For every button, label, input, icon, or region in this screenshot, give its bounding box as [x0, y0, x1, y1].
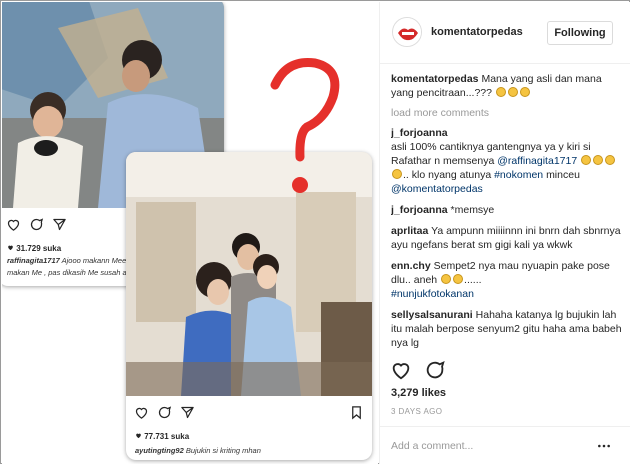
mention-link[interactable]: @raffinagita1717 [497, 155, 577, 167]
share-icon [53, 218, 66, 230]
comment-text: .. [403, 169, 409, 181]
list-item: aprlitaa Ya ampunn miiiinnn ini bnrn dah… [391, 224, 623, 252]
share-icon [181, 406, 194, 418]
comments-list: komentatorpedas Mana yang asli dan mana … [391, 72, 623, 352]
following-button[interactable]: Following [547, 21, 613, 45]
comment-icon [30, 217, 44, 230]
list-item: j_forjoanna asli 100% cantiknya gantengn… [391, 126, 623, 196]
comment-username[interactable]: aprlitaa [391, 225, 428, 237]
comment-icon[interactable] [424, 359, 446, 381]
list-item: sellysalsanurani Hahaha katanya lg bujuk… [391, 308, 623, 350]
instagram-post-frame: 31.729 suka raffinagita1717 Ajooo makann… [0, 0, 630, 464]
emoji-icon [581, 155, 592, 165]
emoji-icon [453, 274, 464, 284]
comment-username[interactable]: j_forjoanna [391, 204, 448, 216]
heart-icon [136, 433, 141, 439]
post-sidebar: komentatorpedas Following komentatorpeda… [379, 2, 630, 464]
embedded-caption-right: ayutingting92 Bujukin si kriting mhan [135, 446, 363, 456]
likes-count[interactable]: 3,279 likes [391, 387, 446, 399]
post-author-username[interactable]: komentatorpedas [431, 26, 523, 38]
more-icon[interactable] [597, 439, 611, 453]
heart-icon [7, 219, 20, 231]
comment-text: minceu [546, 169, 580, 181]
add-comment-bar [380, 426, 630, 464]
comment-username[interactable]: komentatorpedas [391, 73, 479, 85]
emoji-icon [495, 87, 506, 97]
comment-username[interactable]: sellysalsanurani [391, 309, 473, 321]
mention-link[interactable]: @komentatorpedas [391, 183, 483, 195]
embedded-likes-right-text: 77.731 suka [144, 432, 190, 441]
caption-comment: komentatorpedas Mana yang asli dan mana … [391, 72, 623, 100]
embedded-username-left: raffinagita1717 [7, 256, 60, 265]
heart-icon [135, 407, 148, 419]
comment-text: klo nyang atunya [411, 169, 492, 181]
comment-text: ...... [464, 274, 482, 286]
post-date: 3 DAYS AGO [391, 407, 443, 416]
add-comment-input[interactable] [391, 438, 591, 454]
embedded-actions-right [134, 404, 364, 420]
embedded-caption-right-text: Bujukin si kriting mhan [185, 446, 261, 455]
embedded-likes-left: 31.729 suka [7, 244, 61, 253]
embedded-likes-right: 77.731 suka [135, 432, 189, 441]
comment-icon [158, 405, 172, 418]
embedded-likes-left-text: 31.729 suka [16, 244, 62, 253]
emoji-icon [519, 87, 530, 97]
bookmark-icon [352, 405, 361, 419]
question-mark-icon [270, 57, 340, 193]
lips-logo-icon [393, 18, 421, 46]
hashtag-link[interactable]: #nunjukfotokanan [391, 288, 474, 300]
list-item: j_forjoanna *memsye [391, 203, 623, 217]
load-more-comments-link[interactable]: load more comments [391, 107, 623, 119]
heart-icon[interactable] [390, 359, 412, 381]
list-item: enn.chy Sempet2 nya mau nyuapin pake pos… [391, 259, 623, 301]
emoji-icon [605, 155, 616, 165]
comment-username[interactable]: j_forjoanna [391, 127, 448, 139]
post-header: komentatorpedas Following [380, 2, 630, 64]
avatar[interactable] [392, 17, 422, 47]
heart-icon [8, 245, 13, 251]
post-actions-bar [390, 358, 446, 382]
embedded-username-right: ayutingting92 [135, 446, 184, 455]
hashtag-link[interactable]: #nokomen [494, 169, 543, 181]
post-image[interactable]: 31.729 suka raffinagita1717 Ajooo makann… [2, 2, 378, 464]
emoji-icon [593, 155, 604, 165]
emoji-icon [507, 87, 518, 97]
emoji-icon [441, 274, 452, 284]
comment-username[interactable]: enn.chy [391, 260, 431, 272]
comment-text: *memsye [450, 204, 495, 216]
emoji-icon [392, 169, 402, 179]
